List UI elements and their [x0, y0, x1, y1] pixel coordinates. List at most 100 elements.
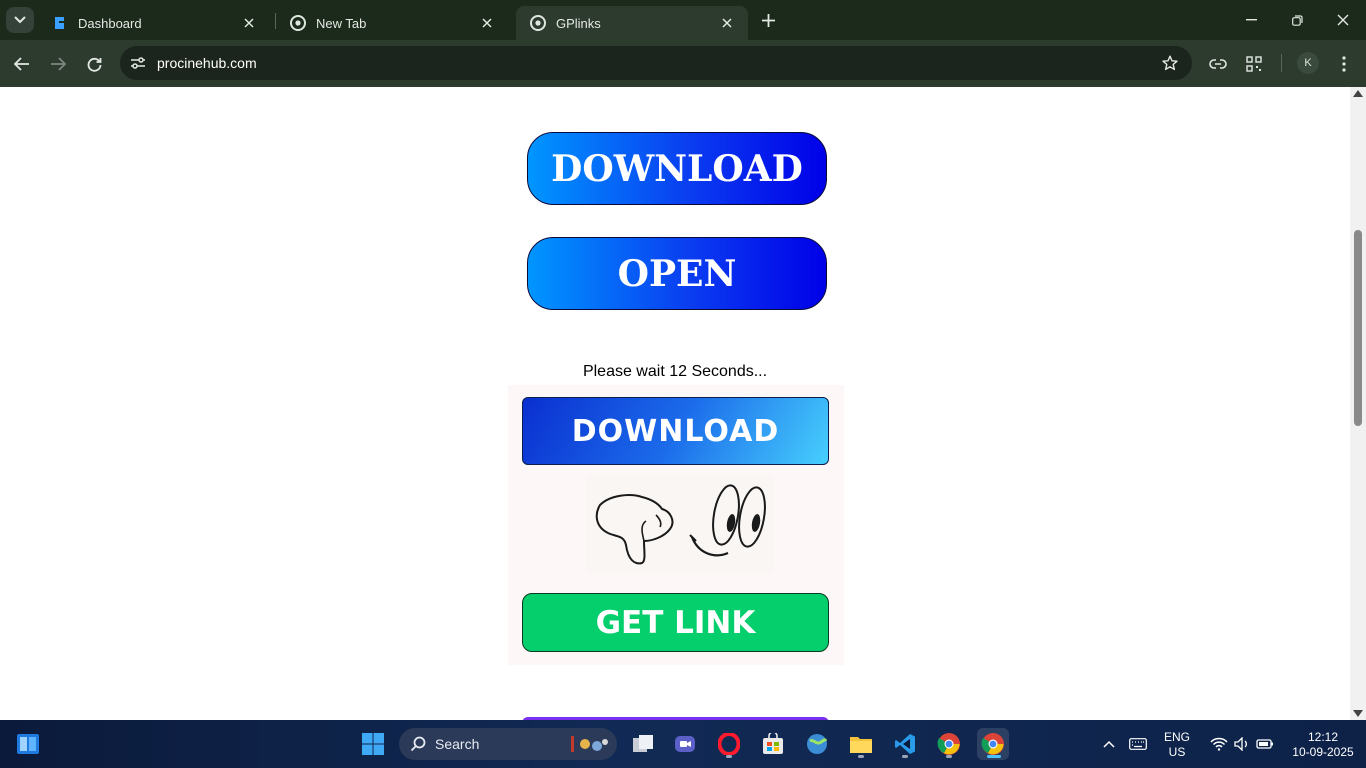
vscode-button[interactable] — [889, 728, 921, 760]
scroll-down-arrow-icon[interactable] — [1353, 710, 1363, 717]
kebab-menu-icon — [1342, 56, 1346, 72]
scrollbar-thumb[interactable] — [1354, 230, 1362, 426]
quick-settings-button[interactable] — [1200, 728, 1284, 760]
globe-icon — [807, 734, 828, 754]
running-indicator — [858, 755, 864, 758]
chat-app-button[interactable] — [669, 728, 701, 760]
running-indicator — [726, 755, 732, 758]
taskbar-search[interactable]: Search — [399, 728, 617, 760]
input-language[interactable]: ENG US — [1156, 730, 1198, 760]
clock[interactable]: 12:12 10-09-2025 — [1284, 730, 1362, 760]
reload-icon — [87, 57, 101, 72]
minimize-button[interactable] — [1236, 6, 1266, 34]
plus-icon — [761, 13, 775, 27]
close-icon — [1337, 14, 1349, 26]
chrome-icon — [937, 733, 960, 755]
widgets-button[interactable] — [12, 728, 44, 760]
chrome-icon — [981, 733, 1004, 755]
bookmark-star-button[interactable] — [1160, 53, 1180, 73]
pointing-hand-illustration — [586, 475, 774, 573]
download-button[interactable]: DOWNLOAD — [527, 132, 827, 205]
running-indicator — [902, 755, 908, 758]
url-text: procinehub.com — [157, 55, 257, 71]
browser-toolbar: procinehub.com K — [0, 40, 1366, 87]
reload-button[interactable] — [80, 50, 108, 78]
volume-icon — [1234, 737, 1247, 751]
link-card: DOWNLOAD GET LINK — [508, 385, 844, 665]
keyboard-icon — [1129, 738, 1147, 750]
video-chat-icon — [675, 736, 695, 752]
profile-avatar[interactable]: K — [1297, 52, 1319, 74]
get-link-button[interactable]: GET LINK — [522, 593, 829, 652]
tab-title: Dashboard — [78, 15, 142, 31]
tab-strip: Dashboard New Tab GPlinks — [0, 0, 1366, 40]
clock-date: 10-09-2025 — [1292, 745, 1354, 759]
page-viewport: DOWNLOAD OPEN Please wait 12 Seconds... … — [0, 87, 1350, 720]
taskbar: Search ENG US 12:12 10-09-2025 — [0, 720, 1366, 768]
open-button[interactable]: OPEN — [527, 237, 827, 310]
file-explorer-button[interactable] — [845, 728, 877, 760]
touch-keyboard-button[interactable] — [1124, 728, 1152, 760]
chrome-icon — [290, 15, 306, 31]
widgets-icon — [17, 734, 39, 754]
search-label: Search — [435, 736, 480, 752]
site-info-icon[interactable] — [126, 51, 150, 75]
running-indicator — [946, 755, 952, 758]
scroll-up-arrow-icon[interactable] — [1353, 90, 1363, 97]
minimize-icon — [1245, 19, 1257, 21]
tab-dashboard[interactable]: Dashboard — [38, 6, 270, 40]
chrome-profile-app-button[interactable] — [977, 728, 1009, 760]
qr-code-icon — [1246, 56, 1262, 72]
search-icon — [410, 736, 426, 752]
language-code: ENG — [1163, 730, 1190, 744]
start-button[interactable] — [357, 728, 389, 760]
battery-icon — [1256, 739, 1273, 749]
qr-code-button[interactable] — [1240, 50, 1268, 78]
close-icon[interactable] — [478, 14, 496, 32]
star-icon — [1162, 55, 1178, 71]
hidden-icons-button[interactable] — [1095, 728, 1123, 760]
new-tab-button[interactable] — [756, 8, 780, 32]
restore-button[interactable] — [1282, 6, 1312, 34]
forward-arrow-icon — [51, 57, 66, 71]
back-arrow-icon — [14, 57, 29, 71]
search-highlight-icon — [571, 736, 608, 752]
back-button[interactable] — [8, 50, 36, 78]
tab-gplinks[interactable]: GPlinks — [516, 6, 748, 40]
store-button[interactable] — [757, 728, 789, 760]
share-link-button[interactable] — [1204, 50, 1232, 78]
tab-title: New Tab — [316, 15, 367, 31]
wifi-icon — [1210, 737, 1228, 751]
opera-icon — [718, 733, 740, 755]
countdown-message: Please wait 12 Seconds... — [0, 363, 1350, 381]
chrome-app-button[interactable] — [933, 728, 965, 760]
store-icon — [763, 733, 783, 754]
chevron-down-icon — [14, 16, 26, 24]
running-indicator — [987, 755, 1001, 758]
gplinks-favicon-icon — [52, 15, 68, 31]
download-button-secondary[interactable]: DOWNLOAD — [522, 397, 829, 465]
opera-button[interactable] — [713, 728, 745, 760]
close-icon[interactable] — [240, 14, 258, 32]
task-view-button[interactable] — [627, 728, 659, 760]
toolbar-divider — [1281, 54, 1282, 72]
browser-menu-button[interactable] — [1330, 50, 1358, 78]
tab-search-button[interactable] — [6, 7, 34, 33]
chrome-icon — [530, 15, 546, 31]
close-window-button[interactable] — [1328, 6, 1358, 34]
chevron-up-icon — [1103, 740, 1115, 748]
restore-icon — [1291, 14, 1303, 26]
address-bar[interactable]: procinehub.com — [120, 46, 1192, 80]
tab-new-tab[interactable]: New Tab — [276, 6, 508, 40]
clock-time: 12:12 — [1307, 730, 1339, 744]
folder-icon — [850, 737, 872, 753]
tab-title: GPlinks — [556, 15, 601, 31]
page-scrollbar[interactable] — [1350, 87, 1366, 720]
region-code: US — [1168, 745, 1186, 759]
windows-logo-icon — [362, 733, 384, 755]
close-icon[interactable] — [718, 14, 736, 32]
task-view-icon — [633, 735, 653, 752]
forward-button[interactable] — [44, 50, 72, 78]
link-icon — [1209, 59, 1227, 69]
photos-button[interactable] — [801, 728, 833, 760]
